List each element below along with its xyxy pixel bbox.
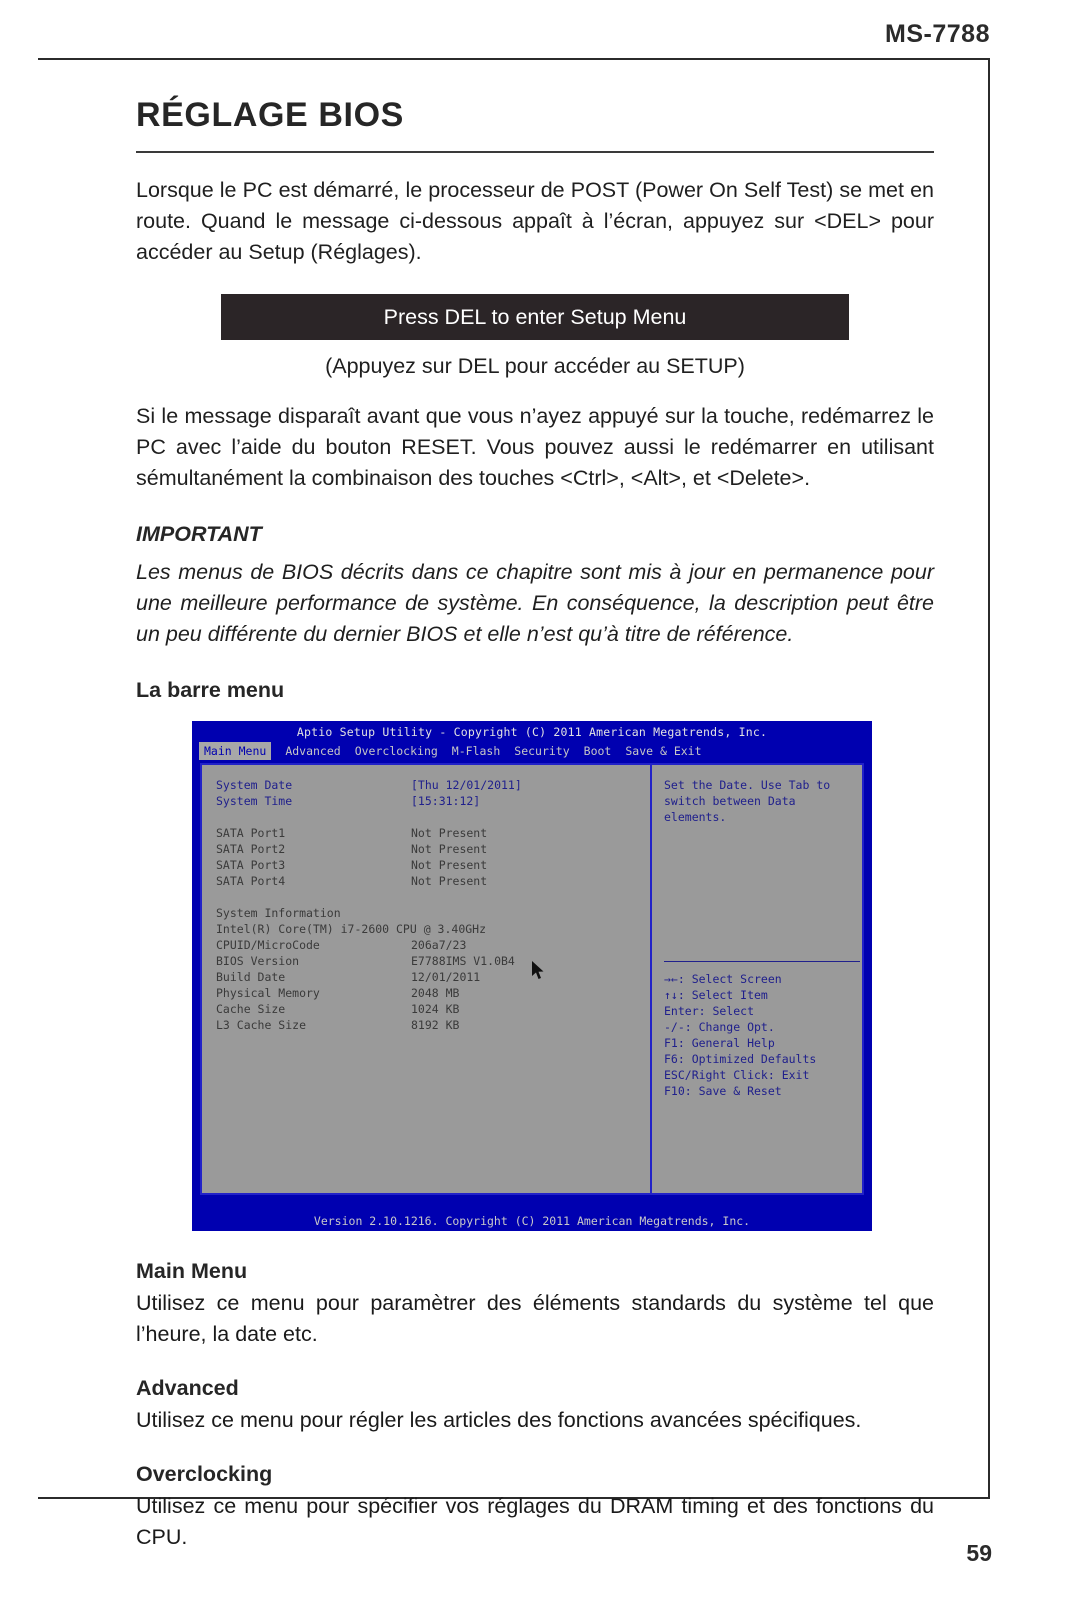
bios-value-system-time: [15:31:12] (411, 794, 481, 808)
bios-spacer (216, 889, 650, 905)
intro-paragraph: Lorsque le PC est démarré, le processeur… (136, 178, 934, 264)
page-content: RÉGLAGE BIOS Lorsque le PC est démarré, … (136, 96, 934, 1553)
bios-cpu-string: Intel(R) Core(TM) i7-2600 CPU @ 3.40GHz (216, 922, 487, 936)
page-number: 59 (966, 1540, 992, 1566)
bios-row-sata-port3[interactable]: SATA Port3 Not Present (216, 857, 650, 873)
bios-label-sata-port1: SATA Port1 (216, 826, 286, 840)
bios-key-exit: ESC/Right Click: Exit (664, 1068, 810, 1082)
bios-row-cache-size: Cache Size 1024 KB (216, 1001, 650, 1017)
bios-key-enter-select: Enter: Select (664, 1004, 755, 1018)
bios-row-sata-port1[interactable]: SATA Port1 Not Present (216, 825, 650, 841)
bios-footer-version: Version 2.10.1216. Copyright (C) 2011 Am… (192, 1209, 872, 1231)
section-heading-overclocking: Overclocking (136, 1462, 273, 1486)
bios-label-bios-version: BIOS Version (216, 954, 300, 968)
bios-tab-security[interactable]: Security (514, 743, 569, 759)
section-text-overclocking: Utilisez ce menu pour spécifier vos régl… (136, 1494, 934, 1549)
bios-row-sata-port2[interactable]: SATA Port2 Not Present (216, 841, 650, 857)
bios-key-select-item: ↑↓: Select Item (664, 988, 768, 1002)
bios-settings-pane: System Date [Thu 12/01/2011] System Time… (202, 765, 652, 1193)
bios-menu-bar: Main Menu Advanced Overclocking M-Flash … (192, 741, 872, 760)
bios-tab-main-menu[interactable]: Main Menu (199, 741, 272, 760)
bios-tab-save-exit[interactable]: Save & Exit (625, 743, 701, 759)
bios-label-system-time: System Time (216, 794, 293, 808)
bios-label-cache-size: Cache Size (216, 1002, 286, 1016)
bios-help-divider (664, 961, 860, 962)
bios-row-sata-port4[interactable]: SATA Port4 Not Present (216, 873, 650, 889)
bios-row-system-date[interactable]: System Date [Thu 12/01/2011] (216, 777, 650, 793)
bios-help-pane: Set the Date. Use Tab to switch between … (652, 765, 862, 1193)
bios-value-sata-port2: Not Present (411, 842, 488, 856)
bios-row-physical-memory: Physical Memory 2048 MB (216, 985, 650, 1001)
post-message-banner: Press DEL to enter Setup Menu (221, 294, 849, 340)
bios-title: Aptio Setup Utility - Copyright (C) 2011… (296, 725, 768, 739)
bios-label-sata-port3: SATA Port3 (216, 858, 286, 872)
section-text-advanced: Utilisez ce menu pour régler les article… (136, 1408, 862, 1432)
bios-label-build-date: Build Date (216, 970, 286, 984)
bios-label-l3-cache-size: L3 Cache Size (216, 1018, 307, 1032)
bios-row-bios-version: BIOS Version E7788IMS V1.0B4 (216, 953, 650, 969)
bios-tab-m-flash[interactable]: M-Flash (452, 743, 500, 759)
bios-value-bios-version: E7788IMS V1.0B4 (411, 954, 515, 968)
bios-value-sata-port1: Not Present (411, 826, 488, 840)
bios-value-system-date: [Thu 12/01/2011] (411, 778, 522, 792)
bios-help-line-2: switch between Data elements. (664, 794, 796, 824)
bios-key-change-opt: -/-: Change Opt. (664, 1020, 775, 1034)
reset-paragraph: Si le message disparaît avant que vous n… (136, 404, 934, 490)
bios-value-l3-cache-size: 8192 KB (411, 1018, 460, 1032)
page-right-rule (988, 58, 990, 1498)
bios-value-cpuid: 206a7/23 (411, 938, 467, 952)
bios-label-cpuid: CPUID/MicroCode (216, 938, 320, 952)
title-underline (136, 151, 934, 153)
bios-key-select-screen: →←: Select Screen (664, 972, 782, 986)
bios-label-physical-memory: Physical Memory (216, 986, 320, 1000)
post-message-caption: (Appuyez sur DEL pour accéder au SETUP) (325, 354, 745, 378)
bios-spacer (216, 809, 650, 825)
bios-value-cache-size: 1024 KB (411, 1002, 460, 1016)
bios-key-general-help: F1: General Help (664, 1036, 775, 1050)
bios-row-system-time[interactable]: System Time [15:31:12] (216, 793, 650, 809)
bios-tab-overclocking[interactable]: Overclocking (355, 743, 438, 759)
bios-tab-advanced[interactable]: Advanced (285, 743, 340, 759)
section-heading-main-menu: Main Menu (136, 1259, 248, 1283)
bios-key-save-reset: F10: Save & Reset (664, 1084, 782, 1098)
bios-label-system-date: System Date (216, 778, 293, 792)
board-model-id: MS-7788 (885, 20, 990, 48)
bios-label-sata-port4: SATA Port4 (216, 874, 286, 888)
important-paragraph: Les menus de BIOS décrits dans ce chapit… (136, 560, 934, 646)
bios-screenshot: Aptio Setup Utility - Copyright (C) 2011… (192, 721, 872, 1231)
bios-key-optimized-defaults: F6: Optimized Defaults (664, 1052, 817, 1066)
bios-label-sata-port2: SATA Port2 (216, 842, 286, 856)
section-text-main-menu: Utilisez ce menu pour paramètrer des élé… (136, 1291, 934, 1346)
bios-value-physical-memory: 2048 MB (411, 986, 460, 1000)
bios-value-build-date: 12/01/2011 (411, 970, 481, 984)
page-title: RÉGLAGE BIOS (136, 96, 404, 134)
menubar-heading: La barre menu (136, 678, 285, 702)
bios-system-information-heading: System Information (216, 906, 341, 920)
bios-row-build-date: Build Date 12/01/2011 (216, 969, 650, 985)
bios-help-line-1: Set the Date. Use Tab to (664, 778, 831, 792)
bios-row-l3-cache-size: L3 Cache Size 8192 KB (216, 1017, 650, 1033)
section-heading-advanced: Advanced (136, 1376, 239, 1400)
bios-tab-boot[interactable]: Boot (584, 743, 612, 759)
bios-body: System Date [Thu 12/01/2011] System Time… (200, 763, 864, 1195)
header-divider (38, 58, 990, 60)
important-heading: IMPORTANT (136, 522, 262, 546)
bios-value-sata-port3: Not Present (411, 858, 488, 872)
bios-key-legend: →←: Select Screen ↑↓: Select Item Enter:… (664, 971, 816, 1099)
bios-value-sata-port4: Not Present (411, 874, 488, 888)
bios-row-cpuid: CPUID/MicroCode 206a7/23 (216, 937, 650, 953)
